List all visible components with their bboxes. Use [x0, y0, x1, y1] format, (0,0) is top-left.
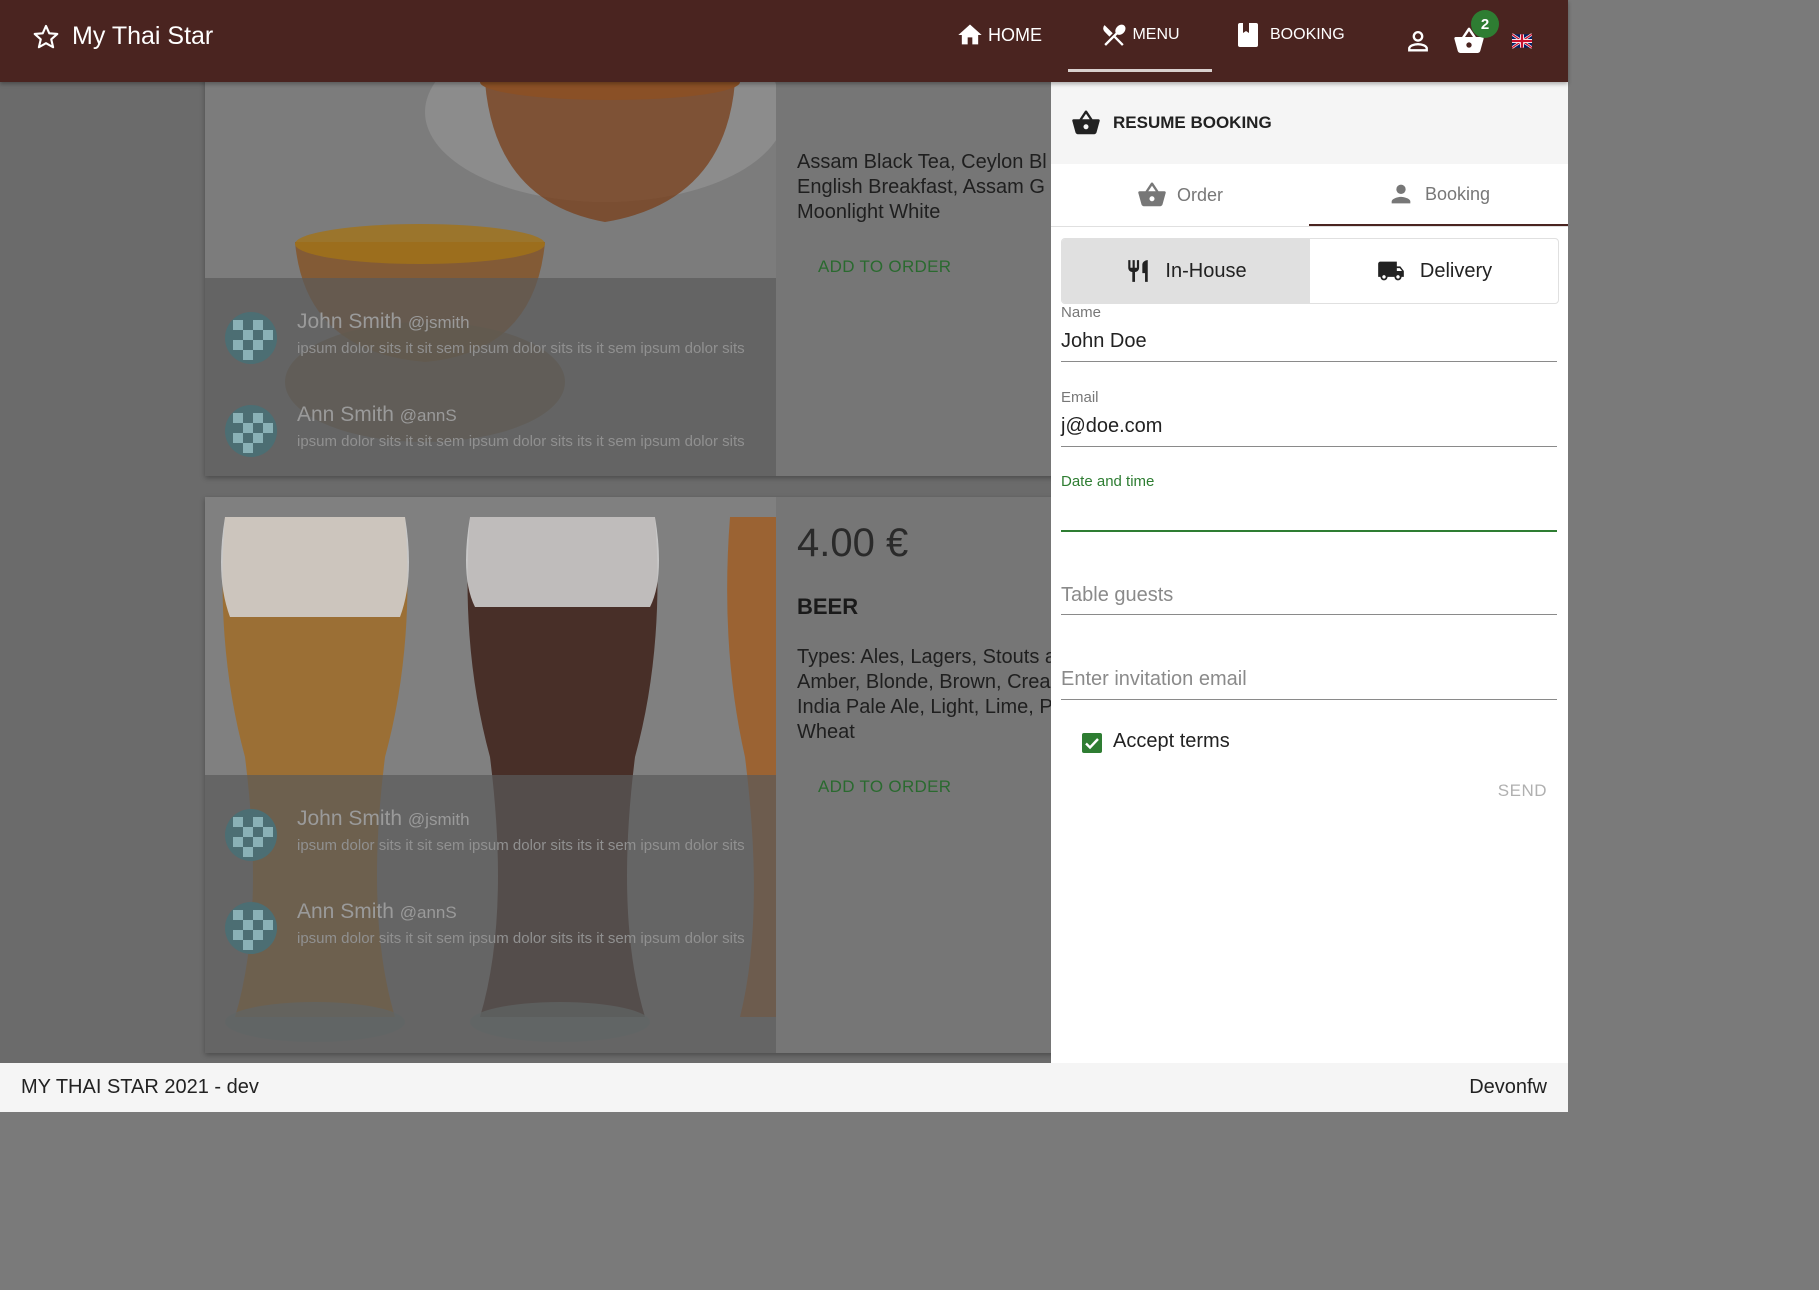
panel-title: RESUME BOOKING: [1113, 113, 1272, 132]
beer-image: [205, 497, 776, 1053]
menu-item-description: Assam Black Tea, Ceylon Bl English Break…: [797, 151, 1047, 223]
restaurant-menu-icon: [1103, 24, 1126, 46]
nav-menu-label: MENU: [1132, 25, 1180, 43]
table-guests-placeholder: Table guests: [1061, 584, 1174, 606]
field-underline: [1061, 446, 1557, 447]
tab-order-label: Order: [1176, 184, 1223, 205]
booking-type-toggle: In-House Delivery: [1061, 238, 1559, 304]
date-time-field[interactable]: Date and time: [1061, 473, 1557, 533]
basket-icon: [1072, 110, 1100, 135]
table-guests-field[interactable]: Table guests: [1061, 582, 1557, 622]
booking-side-panel: RESUME BOOKING Order Booking In-House De…: [1051, 82, 1568, 1063]
comment-item: John Smith @jsmith ipsum dolor sits it s…: [225, 805, 765, 865]
cart-button[interactable]: 2: [1453, 10, 1499, 58]
top-app-bar: My Thai Star HOME MENU BOOKING 2: [0, 0, 1568, 82]
comment-text: ipsum dolor sits it sit sem ipsum dolor …: [297, 837, 745, 854]
book-icon: [1238, 23, 1258, 47]
star-icon: [33, 24, 59, 48]
brand[interactable]: My Thai Star: [32, 22, 213, 51]
uk-flag-icon: [1512, 33, 1532, 49]
add-to-order-button[interactable]: ADD TO ORDER: [818, 257, 951, 277]
email-value: j@doe.com: [1061, 415, 1163, 437]
tab-booking-label: Booking: [1424, 183, 1491, 204]
nav-booking[interactable]: BOOKING: [1236, 0, 1345, 70]
tab-order[interactable]: Order: [1051, 164, 1309, 226]
field-underline: [1061, 699, 1557, 700]
nav-home[interactable]: HOME: [956, 0, 1042, 70]
toggle-delivery[interactable]: Delivery: [1310, 239, 1558, 303]
menu-card-beer: John Smith @jsmith ipsum dolor sits it s…: [205, 497, 1051, 1053]
accept-terms-checkbox[interactable]: [1082, 733, 1102, 753]
menu-item-title: BEER: [797, 594, 859, 619]
footer: MY THAI STAR 2021 - dev Devonfw: [0, 1063, 1568, 1112]
app-title: My Thai Star: [72, 22, 214, 50]
avatar: [225, 312, 277, 364]
footer-copyright: MY THAI STAR 2021 - dev: [21, 1076, 259, 1098]
basket-icon: [1138, 182, 1166, 207]
avatar: [225, 902, 277, 954]
field-underline: [1061, 530, 1557, 532]
toggle-delivery-label: Delivery: [1419, 259, 1493, 282]
nav-home-label: HOME: [988, 24, 1042, 45]
menu-item-price: 4.00 €: [797, 521, 909, 565]
person-icon: [1391, 184, 1411, 204]
tab-booking[interactable]: Booking: [1309, 164, 1568, 226]
invitation-email-placeholder: Enter invitation email: [1061, 668, 1247, 690]
comment-author: John Smith @jsmith: [297, 310, 470, 333]
field-underline: [1061, 361, 1557, 362]
email-label: Email: [1061, 389, 1099, 406]
field-underline: [1061, 614, 1557, 615]
comment-author: John Smith @jsmith: [297, 807, 470, 830]
comment-text: ipsum dolor sits it sit sem ipsum dolor …: [297, 930, 745, 947]
comment-item: John Smith @jsmith ipsum dolor sits it s…: [225, 308, 765, 368]
comment-text: ipsum dolor sits it sit sem ipsum dolor …: [297, 433, 745, 450]
name-value: John Doe: [1061, 330, 1147, 352]
cart-count-badge: 2: [1471, 10, 1499, 38]
footer-brand: Devonfw: [1469, 1076, 1547, 1098]
menu-item-description: Types: Ales, Lagers, Stouts a Amber, Blo…: [797, 646, 1051, 743]
comment-text: ipsum dolor sits it sit sem ipsum dolor …: [297, 340, 745, 357]
home-icon: [958, 24, 982, 45]
comment-item: Ann Smith @annS ipsum dolor sits it sit …: [225, 898, 765, 958]
account-button[interactable]: [1404, 26, 1432, 56]
send-button[interactable]: SEND: [1498, 781, 1547, 801]
toggle-inhouse-label: In-House: [1165, 259, 1247, 282]
nav-booking-label: BOOKING: [1270, 26, 1345, 43]
comment-author: Ann Smith @annS: [297, 403, 457, 426]
email-field[interactable]: Email j@doe.com: [1061, 389, 1557, 449]
panel-header: RESUME BOOKING: [1051, 82, 1568, 164]
language-selector[interactable]: [1512, 32, 1532, 50]
name-label: Name: [1061, 304, 1102, 321]
checkmark-icon: [1085, 738, 1099, 750]
cutlery-icon: [1128, 260, 1149, 282]
invitation-email-field[interactable]: Enter invitation email: [1061, 667, 1557, 707]
avatar: [225, 809, 277, 861]
person-icon: [1408, 30, 1428, 52]
toggle-inhouse[interactable]: In-House: [1062, 239, 1310, 303]
date-time-label: Date and time: [1061, 473, 1155, 490]
name-field[interactable]: Name John Doe: [1061, 304, 1557, 364]
menu-content-backdrop[interactable]: John Smith @jsmith ipsum dolor sits it s…: [0, 82, 1051, 1063]
accept-terms-label: Accept terms: [1113, 730, 1230, 752]
add-to-order-button[interactable]: ADD TO ORDER: [818, 777, 951, 797]
avatar: [225, 405, 277, 457]
comment-item: Ann Smith @annS ipsum dolor sits it sit …: [225, 401, 765, 461]
truck-icon: [1378, 261, 1404, 281]
nav-menu[interactable]: MENU: [1068, 0, 1212, 72]
menu-card-tea: John Smith @jsmith ipsum dolor sits it s…: [205, 82, 1051, 476]
comment-author: Ann Smith @annS: [297, 900, 457, 923]
panel-tabs: Order Booking: [1051, 164, 1568, 227]
